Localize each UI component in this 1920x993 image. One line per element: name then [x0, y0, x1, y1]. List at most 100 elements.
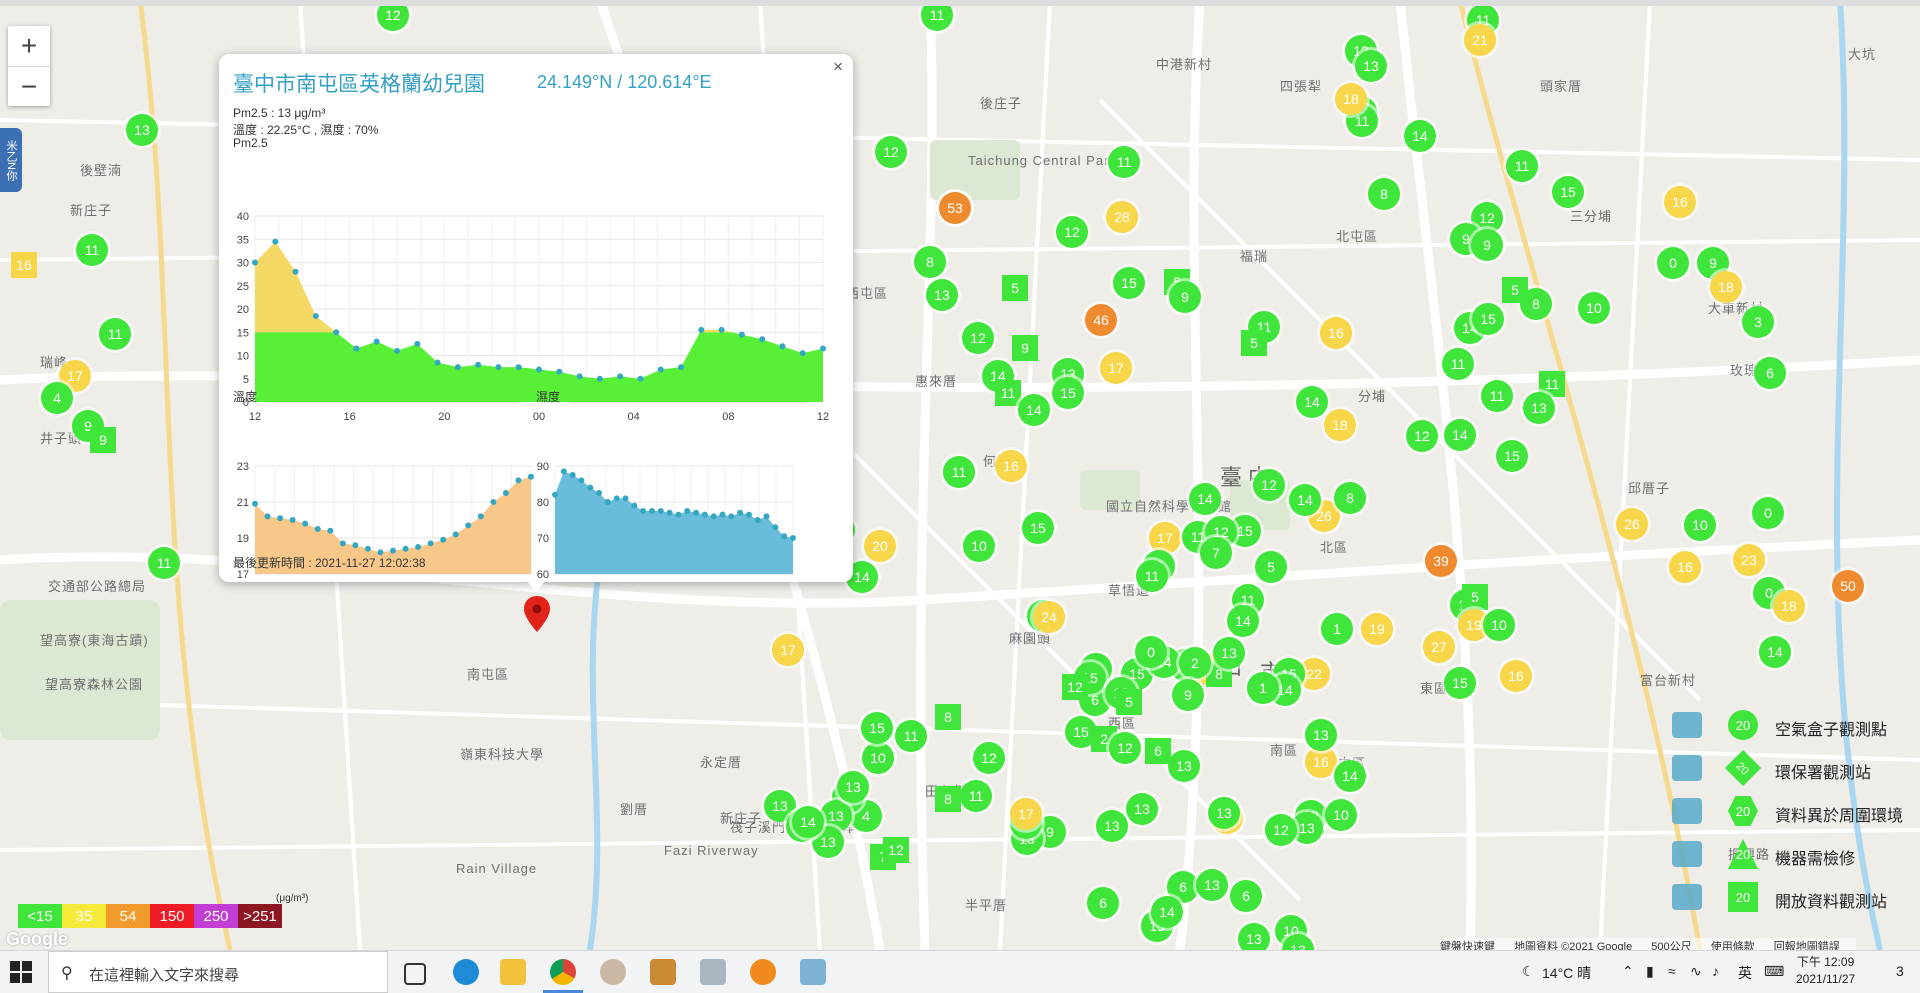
airbox-marker[interactable]: 16: [1664, 186, 1696, 218]
open-data-station-marker[interactable]: 9: [1012, 335, 1038, 361]
airbox-marker[interactable]: 15: [1444, 667, 1476, 699]
airbox-marker[interactable]: 11: [895, 720, 927, 752]
airbox-marker[interactable]: 17: [1100, 352, 1132, 384]
airbox-marker[interactable]: 15: [1496, 440, 1528, 472]
airbox-marker[interactable]: 46: [1085, 304, 1117, 336]
open-data-station-marker[interactable]: 12: [883, 837, 909, 863]
airbox-marker[interactable]: 17: [1010, 798, 1042, 830]
airbox-marker[interactable]: 10: [862, 742, 894, 774]
airbox-marker[interactable]: 12: [1406, 420, 1438, 452]
airbox-marker[interactable]: 13: [1305, 719, 1337, 751]
open-data-station-marker[interactable]: 16: [11, 252, 37, 278]
airbox-marker[interactable]: 28: [1106, 201, 1138, 233]
chrome-browser-icon[interactable]: [550, 959, 576, 985]
airbox-marker[interactable]: 14: [1018, 394, 1050, 426]
airbox-marker[interactable]: 11: [1481, 380, 1513, 412]
airbox-marker[interactable]: 13: [126, 114, 158, 146]
input-method-indicator[interactable]: 英: [1738, 963, 1752, 983]
airbox-marker[interactable]: 15: [1552, 176, 1584, 208]
app-icon-4[interactable]: [800, 959, 826, 985]
notification-count[interactable]: 3: [1896, 963, 1904, 979]
file-explorer-icon[interactable]: [500, 959, 526, 985]
airbox-marker[interactable]: 11: [960, 780, 992, 812]
airbox-marker[interactable]: 18: [1710, 271, 1742, 303]
airbox-marker[interactable]: 12: [875, 136, 907, 168]
airbox-marker[interactable]: 0: [1657, 247, 1689, 279]
airbox-marker[interactable]: 8: [1334, 482, 1366, 514]
airbox-marker[interactable]: 39: [1425, 545, 1457, 577]
airbox-marker[interactable]: 17: [1149, 522, 1181, 554]
airbox-marker[interactable]: 17: [772, 634, 804, 666]
airbox-marker[interactable]: 0: [1135, 636, 1167, 668]
airbox-marker[interactable]: 21: [1464, 24, 1496, 56]
tray-chevron-icon[interactable]: ⌃: [1622, 963, 1634, 980]
airbox-marker[interactable]: 12: [962, 322, 994, 354]
airbox-marker[interactable]: 24: [1033, 601, 1065, 633]
airbox-marker[interactable]: 2: [1179, 647, 1211, 679]
airbox-marker[interactable]: 13: [1208, 797, 1240, 829]
taskbar-search-box[interactable]: ⚲ 在這裡輸入文字來搜尋: [48, 951, 388, 993]
airbox-marker[interactable]: 0: [1752, 497, 1784, 529]
airbox-marker[interactable]: 10: [1578, 292, 1610, 324]
edge-browser-icon[interactable]: [453, 959, 479, 985]
airbox-marker[interactable]: 26: [1616, 508, 1648, 540]
airbox-marker[interactable]: 12: [1109, 732, 1141, 764]
airbox-marker[interactable]: 13: [837, 771, 869, 803]
airbox-marker[interactable]: 11: [76, 234, 108, 266]
airbox-marker[interactable]: 16: [1320, 317, 1352, 349]
open-data-station-marker[interactable]: 9: [90, 427, 116, 453]
open-data-station-marker[interactable]: 5: [1241, 330, 1267, 356]
open-data-station-marker[interactable]: 12: [1062, 674, 1088, 700]
airbox-marker[interactable]: 5: [1255, 551, 1287, 583]
airbox-marker[interactable]: 13: [1196, 869, 1228, 901]
open-data-station-marker[interactable]: 11: [995, 380, 1021, 406]
open-data-station-marker[interactable]: 5: [1502, 277, 1528, 303]
airbox-marker[interactable]: 15: [1052, 377, 1084, 409]
airbox-marker[interactable]: 13: [1213, 637, 1245, 669]
airbox-marker[interactable]: 11: [1442, 348, 1474, 380]
airbox-marker[interactable]: 4: [41, 382, 73, 414]
airbox-marker[interactable]: 11: [148, 547, 180, 579]
taskbar-clock[interactable]: 下午 12:09 2021/11/27: [1796, 954, 1855, 988]
open-data-station-marker[interactable]: 5: [1116, 689, 1142, 715]
airbox-marker[interactable]: 13: [1523, 392, 1555, 424]
airbox-marker[interactable]: 10: [1325, 799, 1357, 831]
airbox-marker[interactable]: 3: [1742, 306, 1774, 338]
airbox-marker[interactable]: 9: [1169, 281, 1201, 313]
airbox-marker[interactable]: 14: [1334, 760, 1366, 792]
airbox-marker[interactable]: 19: [1361, 613, 1393, 645]
airbox-marker[interactable]: 53: [939, 192, 971, 224]
airbox-marker[interactable]: 23: [1733, 544, 1765, 576]
airbox-marker[interactable]: 13: [926, 279, 958, 311]
zoom-out-button[interactable]: −: [8, 67, 50, 107]
close-popup-button[interactable]: ×: [833, 57, 843, 77]
app-icon-1[interactable]: [600, 959, 626, 985]
airbox-marker[interactable]: 1: [1321, 613, 1353, 645]
airbox-marker[interactable]: 6: [1230, 880, 1262, 912]
scale-label[interactable]: 500公尺: [1651, 941, 1691, 950]
airbox-marker[interactable]: 18: [1773, 590, 1805, 622]
open-data-station-marker[interactable]: 8: [935, 786, 961, 812]
airbox-marker[interactable]: 12: [973, 742, 1005, 774]
location-pin-icon[interactable]: [524, 596, 550, 632]
airbox-marker[interactable]: 13: [1126, 793, 1158, 825]
airbox-marker[interactable]: 20: [864, 530, 896, 562]
airbox-marker[interactable]: 14: [1444, 419, 1476, 451]
airbox-marker[interactable]: 13: [1096, 810, 1128, 842]
tray-volume-icon[interactable]: ♪: [1712, 963, 1719, 979]
tray-wifi-icon[interactable]: ∿: [1690, 963, 1702, 980]
app-icon-3[interactable]: [700, 959, 726, 985]
airbox-marker[interactable]: 7: [1200, 537, 1232, 569]
open-data-station-marker[interactable]: 5: [1462, 584, 1488, 610]
airbox-marker[interactable]: 11: [1506, 150, 1538, 182]
airbox-marker[interactable]: 10: [1483, 609, 1515, 641]
terms-link[interactable]: 使用條款: [1711, 941, 1755, 950]
airbox-marker[interactable]: 11: [1136, 560, 1168, 592]
tray-network-icon[interactable]: ≈: [1668, 963, 1676, 979]
airbox-marker[interactable]: 14: [1227, 605, 1259, 637]
airbox-marker[interactable]: 14: [1759, 636, 1791, 668]
airbox-marker[interactable]: 9: [1172, 679, 1204, 711]
airbox-marker[interactable]: 50: [1832, 570, 1864, 602]
blender-icon[interactable]: [750, 959, 776, 985]
airbox-marker[interactable]: 16: [1669, 551, 1701, 583]
